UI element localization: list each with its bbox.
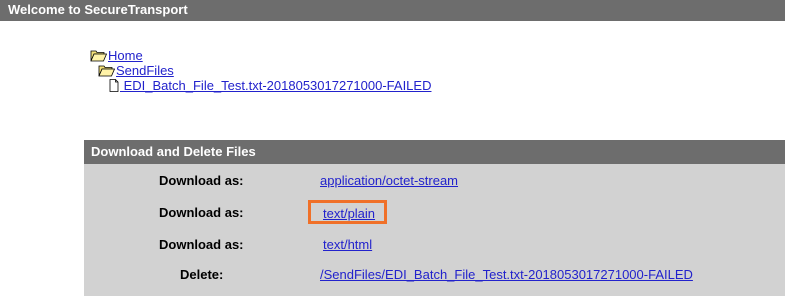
sendfiles-link[interactable]: SendFiles (116, 63, 174, 78)
home-link[interactable]: Home (108, 48, 143, 63)
download-text-html-link[interactable]: text/html (323, 237, 372, 252)
tree-item-home[interactable]: Home (90, 48, 143, 64)
download-text-plain-link[interactable]: text/plain (323, 206, 375, 221)
delete-file-link[interactable]: /SendFiles/EDI_Batch_File_Test.txt-20180… (320, 267, 693, 282)
download-as-label-2: Download as: (159, 205, 244, 220)
download-delete-panel: Download and Delete Files Download as: a… (84, 140, 785, 296)
download-text-plain-option[interactable]: text/plain (323, 206, 375, 221)
download-text-html-option[interactable]: text/html (323, 237, 372, 252)
download-octet-stream-link[interactable]: application/octet-stream (320, 173, 458, 188)
download-as-label-1: Download as: (159, 173, 244, 188)
file-icon (108, 79, 119, 96)
tree-item-sendfiles[interactable]: SendFiles (98, 63, 174, 79)
app-title: Welcome to SecureTransport (8, 2, 188, 17)
panel-title: Download and Delete Files (84, 140, 785, 164)
file-link[interactable]: EDI_Batch_File_Test.txt-2018053017271000… (120, 78, 432, 93)
download-octet-stream-option[interactable]: application/octet-stream (320, 173, 458, 188)
tree-item-file[interactable]: EDI_Batch_File_Test.txt-2018053017271000… (108, 78, 431, 94)
delete-file-option[interactable]: /SendFiles/EDI_Batch_File_Test.txt-20180… (320, 267, 693, 282)
app-title-bar: Welcome to SecureTransport (0, 0, 785, 21)
delete-label: Delete: (180, 267, 224, 282)
download-as-label-3: Download as: (159, 237, 244, 252)
